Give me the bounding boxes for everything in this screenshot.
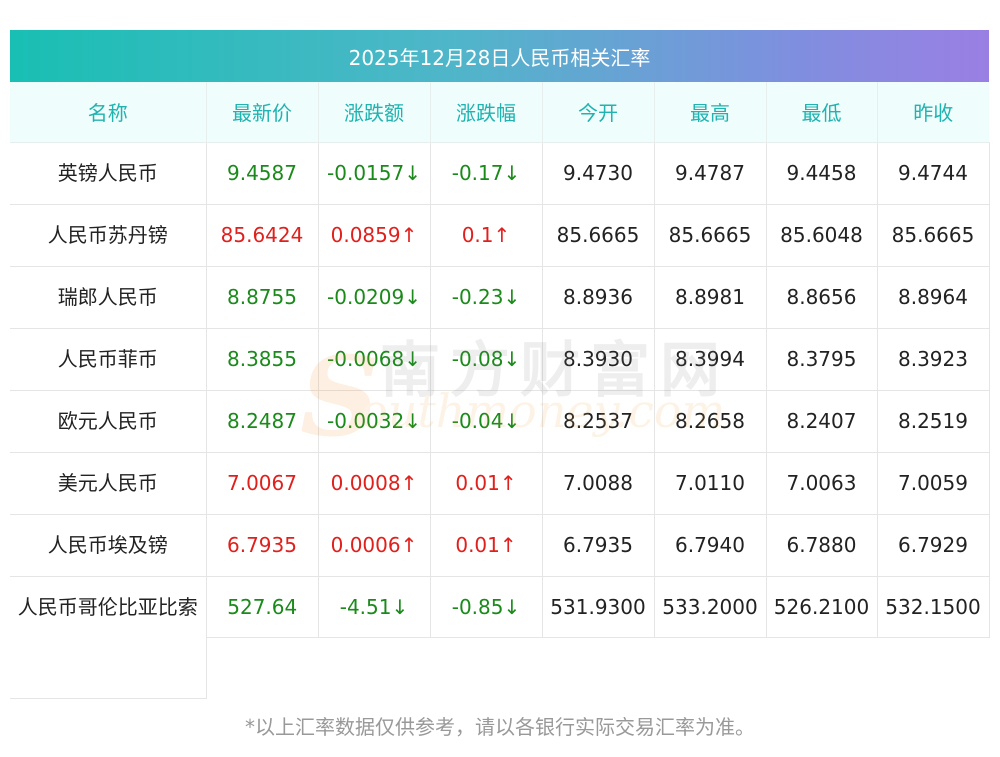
- prev-close: 532.1500: [877, 576, 990, 698]
- change-amount: 0.0859↑: [318, 204, 431, 267]
- change-pct: -0.23↓: [430, 266, 543, 329]
- latest-price: 7.0067: [206, 452, 319, 515]
- currency-pair-name: 人民币苏丹镑: [10, 204, 207, 267]
- rates-panel: 2025年12月28日人民币相关汇率 名称 最新价 涨跌额 涨跌幅 今开 最高 …: [10, 30, 990, 699]
- table-row: 英镑人民币 9.4587 -0.0157↓ -0.17↓ 9.4730 9.4787 9.4…: [10, 142, 990, 205]
- cell-divider: 531.9300: [542, 576, 655, 638]
- low-price: 9.4458: [766, 142, 878, 205]
- low-price: 8.2407: [766, 390, 878, 453]
- cell-divider: 526.2100: [766, 576, 878, 638]
- currency-pair-name: 美元人民币: [10, 452, 207, 515]
- change-amount: -0.0209↓: [318, 266, 431, 329]
- latest-price: 8.8755: [206, 266, 319, 329]
- table-row: 人民币苏丹镑 85.6424 0.0859↑ 0.1↑ 85.6665 85.6665 85…: [10, 204, 990, 267]
- change-pct: 0.01↑: [430, 452, 543, 515]
- high-price: 8.8981: [654, 266, 767, 329]
- change-pct: -0.85↓: [430, 576, 543, 698]
- prev-close: 6.7929: [877, 514, 990, 577]
- high-price: 85.6665: [654, 204, 767, 267]
- high-price: 8.2658: [654, 390, 767, 453]
- col-header-name: 名称: [10, 82, 207, 143]
- change-amount: -0.0032↓: [318, 390, 431, 453]
- change-pct: 0.1↑: [430, 204, 543, 267]
- latest-price: 8.2487: [206, 390, 319, 453]
- cell-divider: 533.2000: [654, 576, 767, 638]
- open-price: 85.6665: [542, 204, 655, 267]
- change-amount: 0.0008↑: [318, 452, 431, 515]
- open-price: 9.4730: [542, 142, 655, 205]
- prev-close: 9.4744: [877, 142, 990, 205]
- low-price: 85.6048: [766, 204, 878, 267]
- cell-divider: 527.64: [207, 576, 319, 638]
- open-price: 8.8936: [542, 266, 655, 329]
- col-header-low: 最低: [766, 82, 878, 143]
- latest-price: 8.3855: [206, 328, 319, 391]
- change-amount: -0.0068↓: [318, 328, 431, 391]
- change-amount: 0.0006↑: [318, 514, 431, 577]
- table-title: 2025年12月28日人民币相关汇率: [10, 30, 989, 82]
- low-price: 8.8656: [766, 266, 878, 329]
- table-row: 瑞郎人民币 8.8755 -0.0209↓ -0.23↓ 8.8936 8.8981 8.8…: [10, 266, 990, 329]
- change-pct: 0.01↑: [430, 514, 543, 577]
- table-row: 美元人民币 7.0067 0.0008↑ 0.01↑ 7.0088 7.0110 7.006…: [10, 452, 990, 515]
- col-header-change: 涨跌额: [318, 82, 431, 143]
- low-price: 8.3795: [766, 328, 878, 391]
- table-header-row: 名称 最新价 涨跌额 涨跌幅 今开 最高 最低 昨收: [10, 82, 989, 143]
- cell-divider: -0.85↓: [430, 576, 543, 638]
- currency-pair-name: 欧元人民币: [10, 390, 207, 453]
- currency-pair-name: 英镑人民币: [10, 142, 207, 205]
- open-price: 7.0088: [542, 452, 655, 515]
- latest-price: 527.64: [206, 576, 319, 698]
- currency-pair-name: 人民币菲币: [10, 328, 207, 391]
- latest-price: 6.7935: [206, 514, 319, 577]
- col-header-prev: 昨收: [877, 82, 989, 143]
- high-price: 533.2000: [654, 576, 767, 698]
- prev-close: 8.3923: [877, 328, 990, 391]
- change-pct: -0.04↓: [430, 390, 543, 453]
- currency-pair-name: 人民币哥伦比亚比索: [10, 576, 207, 699]
- currency-pair-name: 瑞郎人民币: [10, 266, 207, 329]
- rates-table: 名称 最新价 涨跌额 涨跌幅 今开 最高 最低 昨收 英镑人民币 9.4587 -0…: [10, 82, 990, 699]
- latest-price: 85.6424: [206, 204, 319, 267]
- open-price: 8.3930: [542, 328, 655, 391]
- table-row: 欧元人民币 8.2487 -0.0032↓ -0.04↓ 8.2537 8.2658 8.2…: [10, 390, 990, 453]
- disclaimer-footnote: *以上汇率数据仅供参考，请以各银行实际交易汇率为准。: [245, 715, 755, 739]
- col-header-latest: 最新价: [206, 82, 319, 143]
- open-price: 6.7935: [542, 514, 655, 577]
- low-price: 7.0063: [766, 452, 878, 515]
- open-price: 531.9300: [542, 576, 655, 698]
- table-row: 人民币哥伦比亚比索 527.64 -4.51↓ -0.85↓ 531.9300 533.2…: [10, 576, 990, 699]
- high-price: 9.4787: [654, 142, 767, 205]
- table-row: 人民币埃及镑 6.7935 0.0006↑ 0.01↑ 6.7935 6.7940 6.78…: [10, 514, 990, 577]
- change-amount: -4.51↓: [318, 576, 431, 698]
- prev-close: 8.2519: [877, 390, 990, 453]
- col-header-open: 今开: [542, 82, 655, 143]
- change-pct: -0.17↓: [430, 142, 543, 205]
- high-price: 6.7940: [654, 514, 767, 577]
- cell-divider: -4.51↓: [318, 576, 431, 638]
- col-header-pct: 涨跌幅: [430, 82, 543, 143]
- change-amount: -0.0157↓: [318, 142, 431, 205]
- table-row: 人民币菲币 8.3855 -0.0068↓ -0.08↓ 8.3930 8.3994 8.3…: [10, 328, 990, 391]
- currency-pair-name: 人民币埃及镑: [10, 514, 207, 577]
- prev-close: 7.0059: [877, 452, 990, 515]
- low-price: 526.2100: [766, 576, 878, 698]
- high-price: 7.0110: [654, 452, 767, 515]
- cell-divider: 532.1500: [877, 576, 990, 638]
- open-price: 8.2537: [542, 390, 655, 453]
- low-price: 6.7880: [766, 514, 878, 577]
- prev-close: 85.6665: [877, 204, 990, 267]
- col-header-high: 最高: [654, 82, 767, 143]
- high-price: 8.3994: [654, 328, 767, 391]
- change-pct: -0.08↓: [430, 328, 543, 391]
- latest-price: 9.4587: [206, 142, 319, 205]
- prev-close: 8.8964: [877, 266, 990, 329]
